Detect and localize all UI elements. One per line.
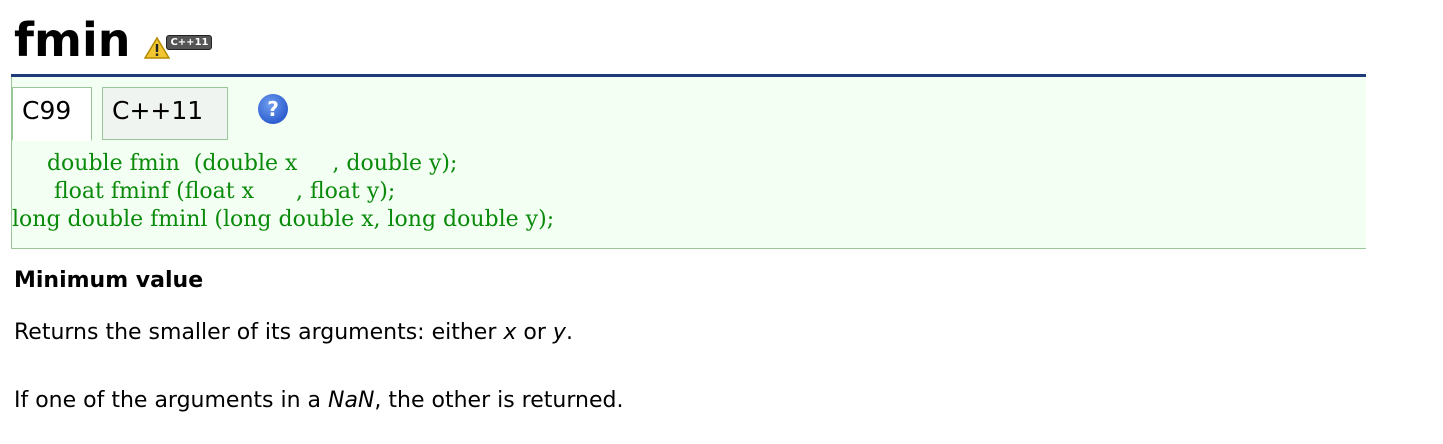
tab-cpp11[interactable]: C++11 — [102, 87, 228, 140]
prototype-fminl: long double fminl (long double x, long d… — [12, 207, 555, 232]
tab-c99[interactable]: C99 — [12, 87, 92, 141]
prototype-code: double fmin (double x , double y); float… — [11, 141, 1366, 249]
p1-text-mid: or — [516, 320, 553, 345]
param-y: y — [552, 320, 566, 345]
cxx11-badge-label: C++11 — [166, 35, 213, 50]
description-paragraph-2: If one of the arguments in a NaN, the ot… — [14, 386, 623, 416]
tab-strip: C99 C++11 ? — [11, 77, 1366, 142]
prototype-fmin: double fmin (double x , double y); — [12, 151, 458, 176]
nan-term: NaN — [328, 388, 375, 413]
p2-text-before: If one of the arguments in a — [14, 388, 329, 413]
section-heading: Minimum value — [14, 268, 204, 293]
title-row: fmin C++11 — [14, 6, 213, 68]
prototype-box: C99 C++11 ? double fmin (double x , doub… — [11, 74, 1366, 249]
cxx11-badge: C++11 — [144, 35, 213, 60]
page-title: fmin — [14, 13, 131, 67]
p1-text-before: Returns the smaller of its arguments: ei… — [14, 320, 504, 345]
param-x: x — [503, 320, 517, 345]
description-paragraph-1: Returns the smaller of its arguments: ei… — [14, 318, 573, 348]
prototype-fminf: float fminf (float x , float y); — [12, 179, 396, 204]
p1-text-after: . — [565, 320, 573, 345]
help-icon[interactable]: ? — [258, 94, 288, 124]
p2-text-after: , the other is returned. — [374, 388, 624, 413]
